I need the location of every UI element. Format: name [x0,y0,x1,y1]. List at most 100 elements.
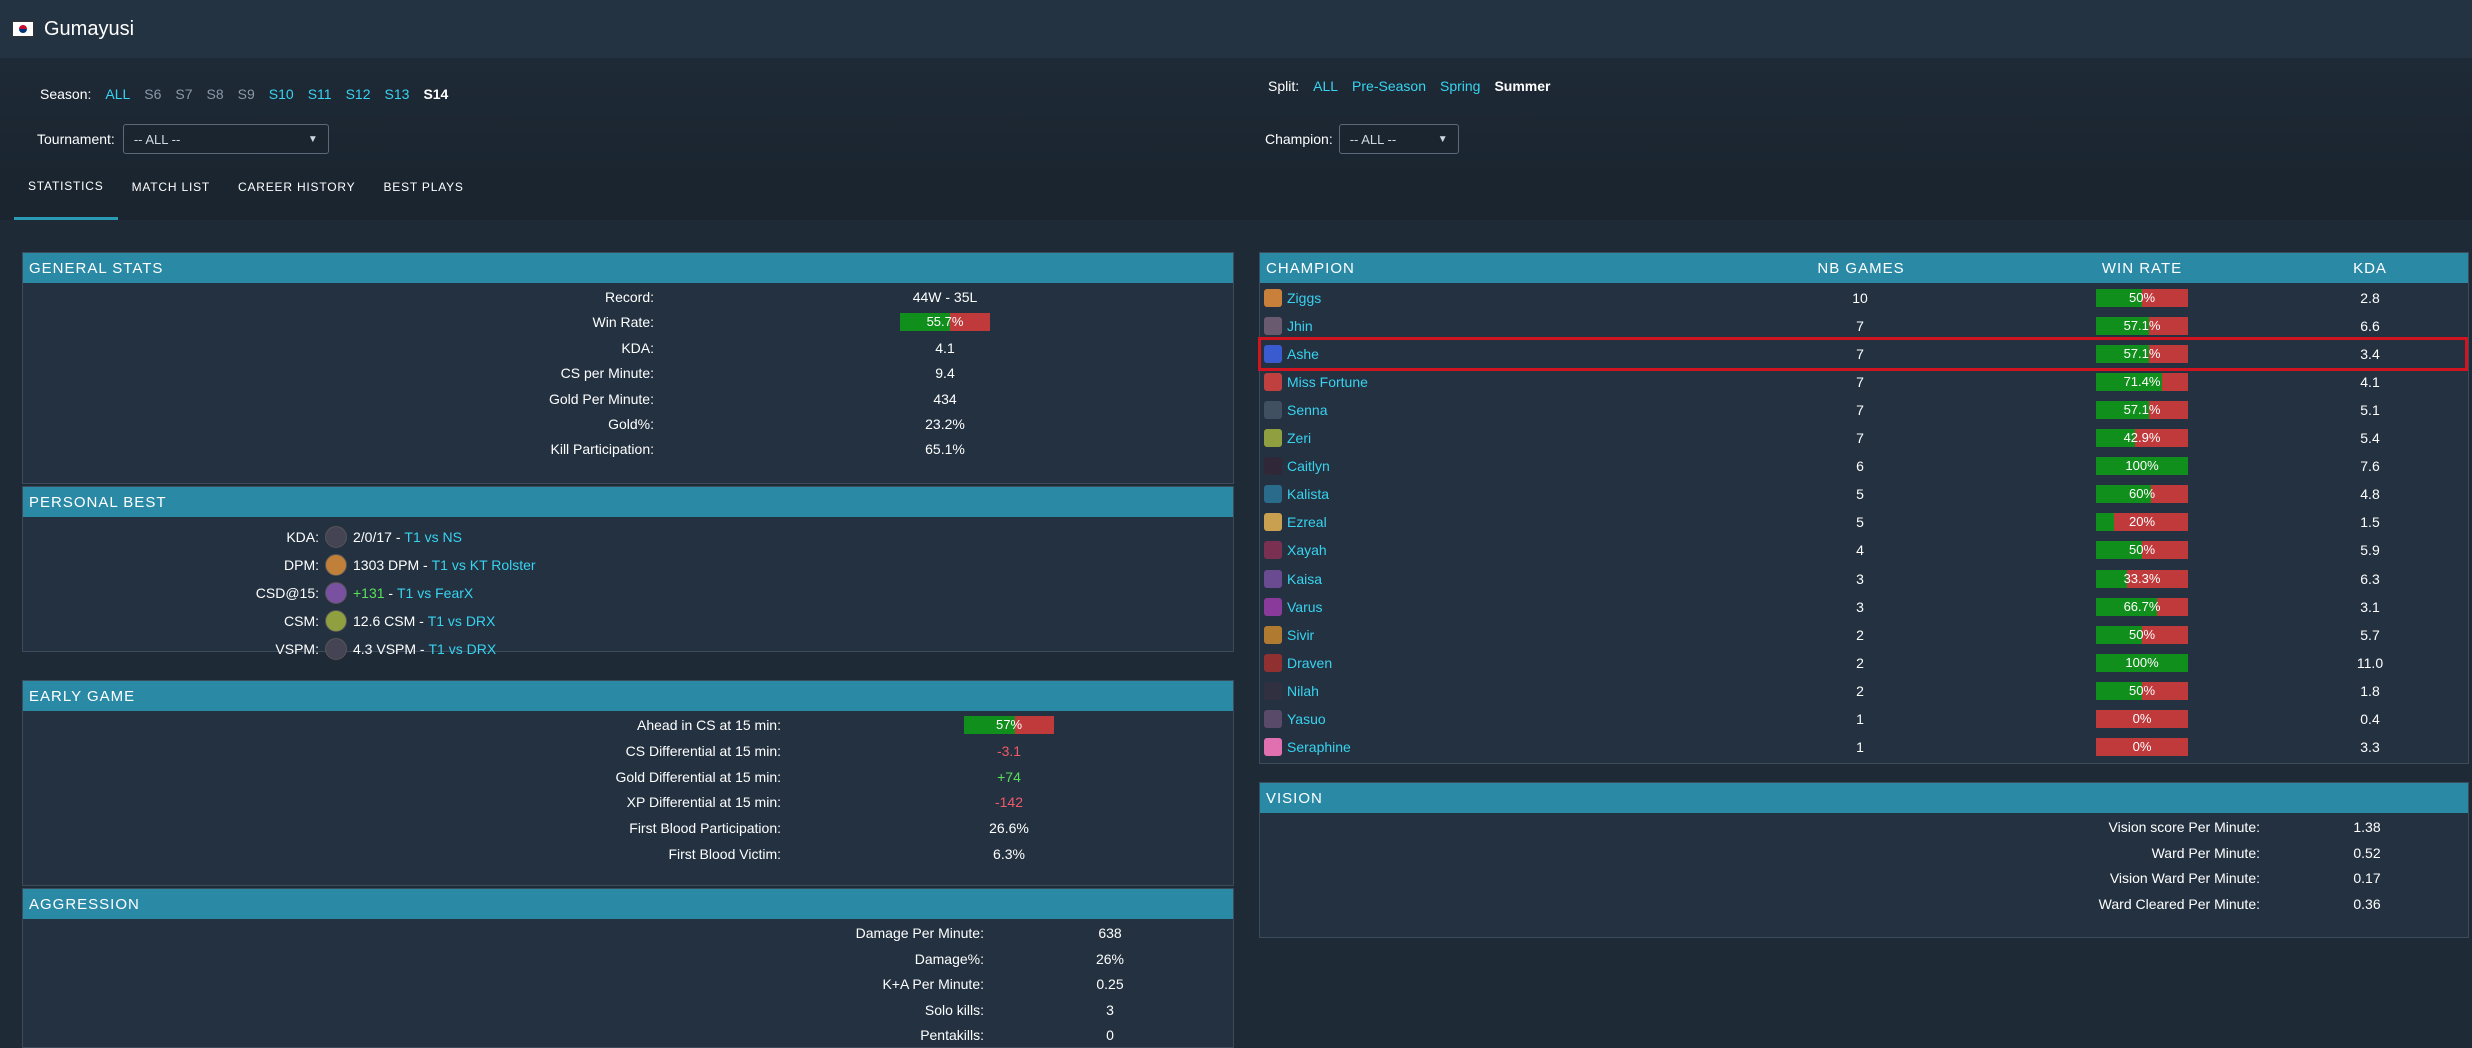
tab-best-plays[interactable]: BEST PLAYS [369,170,477,220]
personal-best-row: CSD@15: +131 - T1 vs FearX [23,579,1223,607]
panel-title: VISION [1260,783,2468,813]
split-option-pre-season[interactable]: Pre-Season [1352,78,1426,94]
table-header: CHAMPION NB GAMES WIN RATE KDA [1260,253,2468,283]
champion-icon [325,610,347,632]
champion-name-link[interactable]: Ashe [1287,346,1319,362]
tab-statistics[interactable]: STATISTICS [14,170,118,220]
kda-value: 7.6 [2360,458,2380,475]
personal-best-match-link[interactable]: T1 vs DRX [428,641,496,657]
season-option-s7[interactable]: S7 [175,86,192,102]
champion-name-link[interactable]: Sivir [1287,627,1314,643]
win-rate-bar: 100% [2096,653,2188,672]
vision-score-per-minute-label: Vision score Per Minute: [2108,819,2260,835]
win-rate-value: 57.1% [2123,402,2161,418]
gold-percent-label: Gold%: [608,416,654,432]
split-option-all[interactable]: ALL [1313,78,1338,94]
chevron-down-icon: ▼ [307,133,318,145]
champion-name-link[interactable]: Miss Fortune [1287,374,1368,390]
champion-name-link[interactable]: Senna [1287,402,1327,418]
champion-name-link[interactable]: Xayah [1287,542,1327,558]
win-rate-value: 50% [2128,626,2156,642]
win-rate-value: 50% [2128,542,2156,558]
kda-value: 4.1 [2360,374,2380,391]
gold-per-minute-value: 434 [933,390,957,407]
season-option-s8[interactable]: S8 [207,86,224,102]
damage-percent-label: Damage%: [914,950,984,967]
split-option-spring[interactable]: Spring [1440,78,1480,94]
personal-best-separator: - [416,641,429,657]
table-row: Caitlyn 6 100% 7.6 [1260,452,2466,480]
table-row: Xayah 4 50% 5.9 [1260,536,2466,564]
champion-name-link[interactable]: Zeri [1287,430,1311,446]
season-option-s6[interactable]: S6 [144,86,161,102]
champion-name-link[interactable]: Caitlyn [1287,458,1330,474]
champion-icon [325,638,347,660]
champion-name-link[interactable]: Kalista [1287,486,1329,502]
gold-per-minute-label: Gold Per Minute: [548,390,654,407]
table-row: Senna 7 57.1% 5.1 [1260,396,2466,424]
season-option-s10[interactable]: S10 [269,86,294,102]
champion-name-link[interactable]: Nilah [1287,683,1319,699]
games-value: 1 [1856,710,1864,727]
season-option-s9[interactable]: S9 [238,86,255,102]
season-option-all[interactable]: ALL [105,86,130,102]
xayah-icon [1264,541,1282,560]
personal-best-match-link[interactable]: T1 vs FearX [397,585,473,601]
champion-cell: Nilah [1264,681,1319,700]
champion-name-link[interactable]: Varus [1287,599,1323,615]
games-value: 7 [1856,402,1864,419]
season-option-s13[interactable]: S13 [385,86,410,102]
kda-value: 6.3 [2360,570,2380,587]
kda-value: 2.8 [2360,290,2380,306]
tab-career-history[interactable]: CAREER HISTORY [224,170,369,220]
table-row: Sivir 2 50% 5.7 [1260,621,2466,649]
games-value: 4 [1856,542,1864,559]
games-value: 5 [1856,514,1864,531]
tab-match-list[interactable]: MATCH LIST [118,170,224,220]
champion-name-link[interactable]: Draven [1287,655,1332,671]
win-rate-bar: 57.1% [2096,317,2188,336]
tournament-label: Tournament: [37,131,115,147]
personal-best-value: +131 [353,585,385,601]
win-rate-bar: 50% [2096,289,2188,307]
season-label: Season: [40,86,92,102]
games-value: 7 [1856,346,1864,363]
tab-bar: STATISTICS MATCH LIST CAREER HISTORY BEST P… [0,170,2472,220]
tournament-select[interactable]: -- ALL -- ▼ [122,124,329,154]
champion-name-link[interactable]: Yasuo [1287,711,1326,727]
split-option-summer[interactable]: Summer [1494,78,1550,94]
cs-per-minute-label: CS per Minute: [560,365,654,382]
first-blood-participation-value: 26.6% [989,820,1029,837]
champion-name-link[interactable]: Ziggs [1287,290,1321,306]
personal-best-row: VSPM: 4.3 VSPM - T1 vs DRX [23,635,1223,663]
champion-name-link[interactable]: Seraphine [1287,739,1351,755]
win-rate-value: 60% [2128,486,2156,502]
champion-cell: Sivir [1264,625,1314,644]
seraphine-icon [1264,737,1282,756]
champion-name-link[interactable]: Kaisa [1287,571,1322,587]
champion-select[interactable]: -- ALL -- ▼ [1338,124,1459,154]
personal-best-match-link[interactable]: T1 vs DRX [428,613,496,629]
champion-name-link[interactable]: Jhin [1287,318,1313,334]
season-option-s14[interactable]: S14 [423,86,448,102]
champion-cell: Varus [1264,597,1323,616]
personal-best-match-link[interactable]: T1 vs KT Rolster [432,557,536,573]
season-option-s11[interactable]: S11 [308,86,332,102]
season-option-s12[interactable]: S12 [346,86,371,102]
ahead-in-cs-value: 57% [995,717,1023,732]
win-rate-value: 50% [2128,682,2156,698]
ward-per-minute-value: 0.52 [2353,844,2381,861]
personal-best-match-link[interactable]: T1 vs NS [404,529,462,545]
aggression-panel: AGGRESSION Damage Per Minute: 638 Damage%:… [22,888,1234,1048]
kda-label: KDA: [621,339,654,356]
champion-cell: Ezreal [1264,513,1327,532]
cs-differential-value: -3.1 [996,742,1022,759]
ward-cleared-per-minute-value: 0.36 [2353,895,2381,912]
table-row: Seraphine 1 0% 3.3 [1260,733,2466,761]
games-value: 7 [1856,374,1864,391]
cs-differential-label: CS Differential at 15 min: [625,742,781,759]
ward-per-minute-label: Ward Per Minute: [2151,844,2260,861]
win-rate-value: 100% [2125,458,2159,474]
champion-name-link[interactable]: Ezreal [1287,514,1327,530]
ziggs-icon [1264,289,1282,307]
